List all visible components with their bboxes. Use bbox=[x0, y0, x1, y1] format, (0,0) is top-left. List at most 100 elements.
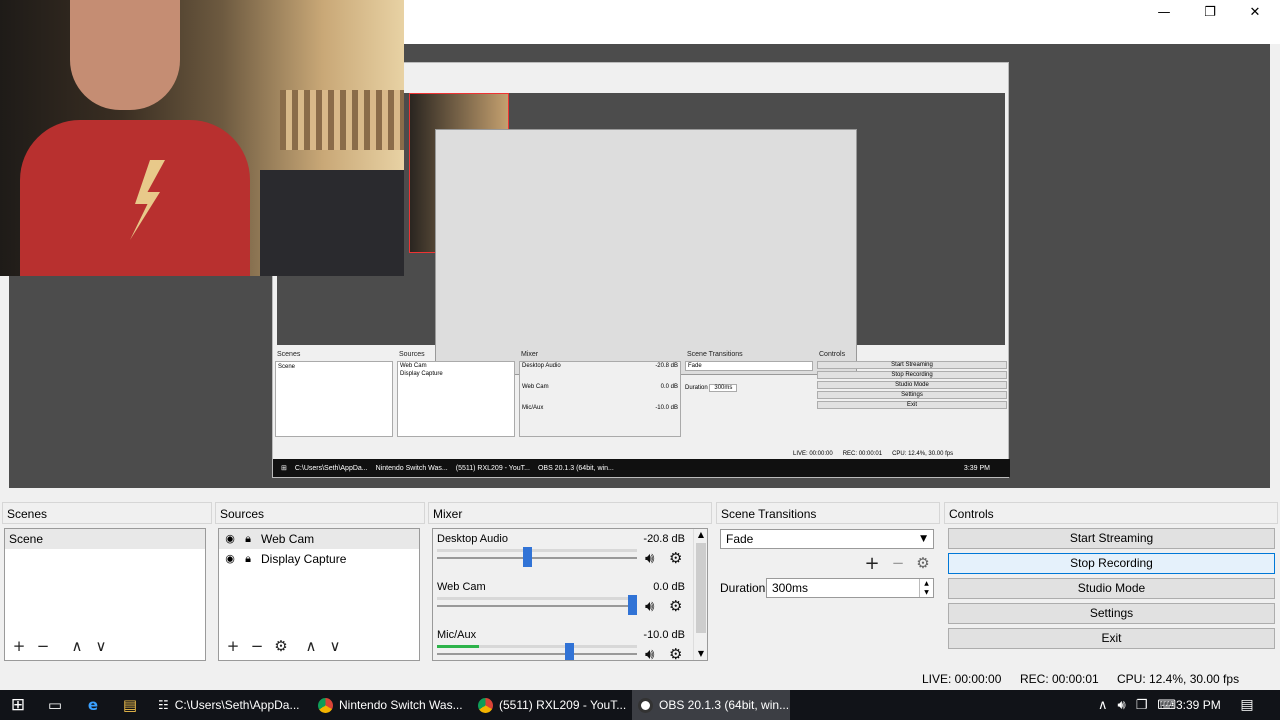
scenes-list[interactable]: Scene + − ∧ ∨ bbox=[4, 528, 206, 661]
speaker-icon[interactable]: 🔊︎ bbox=[645, 597, 654, 615]
move-source-up-button[interactable]: ∧ bbox=[303, 637, 319, 655]
sources-list[interactable]: ◉ 🔒︎ Web Cam ◉ 🔒︎ Display Capture + − ⚙ … bbox=[218, 528, 420, 661]
mixer-scrollbar[interactable]: ▲ ▼ bbox=[693, 529, 707, 660]
scrollbar-thumb[interactable] bbox=[696, 543, 706, 633]
spin-arrows-icon[interactable]: ▲ ▼ bbox=[919, 579, 933, 597]
channel-db: 0.0 dB bbox=[653, 581, 685, 593]
windows-start-icon[interactable]: ⊞ bbox=[0, 690, 36, 720]
move-scene-down-button[interactable]: ∨ bbox=[93, 637, 109, 655]
nested-transitions-title: Scene Transitions bbox=[687, 351, 743, 358]
stop-recording-button[interactable]: Stop Recording bbox=[948, 553, 1275, 574]
nested-task-app: (5511) RXL209 - YouT... bbox=[455, 464, 530, 472]
move-scene-up-button[interactable]: ∧ bbox=[69, 637, 85, 655]
gear-icon[interactable]: ⚙ bbox=[273, 637, 289, 655]
scroll-down-icon[interactable]: ▼ bbox=[694, 648, 707, 660]
volume-icon[interactable]: 🔊︎ bbox=[1118, 698, 1126, 713]
chrome-icon bbox=[478, 697, 493, 713]
studio-mode-button[interactable]: Studio Mode bbox=[948, 578, 1275, 599]
volume-slider[interactable] bbox=[437, 653, 637, 655]
scene-item[interactable]: Scene bbox=[5, 529, 205, 549]
cpu-usage: CPU: 12.4%, 30.00 fps bbox=[1117, 672, 1240, 686]
keyboard-icon[interactable]: ⌨ bbox=[1157, 698, 1176, 713]
channel-db: -20.8 dB bbox=[643, 533, 685, 545]
settings-button[interactable]: Settings bbox=[948, 603, 1275, 624]
nested-live: LIVE: 00:00:00 bbox=[793, 451, 833, 457]
restore-icon[interactable]: ❐ bbox=[1187, 0, 1233, 24]
volume-slider[interactable] bbox=[437, 605, 637, 607]
nested-control-button: Exit bbox=[817, 401, 1007, 409]
nested-status-bar: LIVE: 00:00:00 REC: 00:00:01 CPU: 12.4%,… bbox=[793, 451, 953, 457]
volume-slider-handle[interactable] bbox=[565, 643, 574, 660]
remove-transition-button[interactable]: − bbox=[890, 554, 906, 572]
volume-slider-handle[interactable] bbox=[628, 595, 637, 615]
source-label: Web Cam bbox=[261, 532, 315, 546]
notifications-icon[interactable]: ▤ bbox=[1232, 690, 1262, 720]
speaker-icon[interactable]: 🔊︎ bbox=[645, 549, 654, 567]
speaker-icon[interactable]: 🔊︎ bbox=[645, 645, 654, 660]
nested-mixer-db: -20.8 dB bbox=[655, 363, 678, 369]
nested-scene-item: Scene bbox=[278, 364, 296, 370]
source-item[interactable]: ◉ 🔒︎ Web Cam bbox=[219, 529, 419, 549]
gear-icon[interactable]: ⚙ bbox=[915, 554, 931, 572]
nested-control-button: Stop Recording bbox=[817, 371, 1007, 379]
add-source-button[interactable]: + bbox=[225, 637, 241, 655]
nested-windows-icon: ⊞ bbox=[281, 465, 287, 472]
add-scene-button[interactable]: + bbox=[11, 637, 27, 655]
eye-icon[interactable]: ◉ bbox=[221, 529, 239, 549]
webcam-bed bbox=[260, 170, 404, 276]
scroll-up-icon[interactable]: ▲ bbox=[694, 529, 707, 541]
nested-task-app: C:\Users\Seth\AppDa... bbox=[294, 464, 368, 472]
obs-icon bbox=[638, 697, 653, 713]
task-view-icon[interactable]: ▭ bbox=[38, 690, 72, 720]
webcam-source[interactable] bbox=[0, 0, 404, 276]
lock-icon[interactable]: 🔒︎ bbox=[239, 529, 257, 549]
start-streaming-button[interactable]: Start Streaming bbox=[948, 528, 1275, 549]
taskbar-app[interactable]: ☷ C:\Users\Seth\AppDa... bbox=[152, 690, 306, 720]
channel-name: Web Cam bbox=[437, 581, 486, 593]
edge-icon[interactable]: e bbox=[76, 690, 110, 720]
chrome-icon bbox=[318, 697, 333, 713]
taskbar: ⊞ ▭ e ▤ ☷ C:\Users\Seth\AppDa... Nintend… bbox=[0, 690, 1280, 720]
channel-db: -10.0 dB bbox=[643, 629, 685, 641]
minimize-icon[interactable]: — bbox=[1141, 0, 1187, 24]
taskbar-app[interactable]: (5511) RXL209 - YouT... bbox=[472, 690, 628, 720]
add-transition-button[interactable]: + bbox=[864, 553, 880, 574]
folder-icon[interactable]: ▤ bbox=[114, 690, 146, 720]
exit-button[interactable]: Exit bbox=[948, 628, 1275, 649]
volume-slider[interactable] bbox=[437, 557, 637, 559]
mixer-channel: Desktop Audio -20.8 dB 🔊︎ ⚙ bbox=[437, 533, 689, 581]
channel-name: Mic/Aux bbox=[437, 629, 477, 641]
system-tray: ∧ 🔊︎ ❐ ⌨ bbox=[1098, 690, 1176, 720]
move-source-down-button[interactable]: ∨ bbox=[327, 637, 343, 655]
clock[interactable]: 3:39 PM bbox=[1176, 690, 1221, 720]
gear-icon[interactable]: ⚙ bbox=[669, 645, 682, 660]
chevron-up-icon[interactable]: ∧ bbox=[1098, 698, 1108, 713]
transition-select[interactable]: Fade ▼ bbox=[720, 529, 934, 549]
remove-scene-button[interactable]: − bbox=[35, 637, 51, 655]
duration-spinbox[interactable]: 300ms ▲ ▼ bbox=[766, 578, 934, 598]
mixer-channel: Mic/Aux -10.0 dB 🔊︎ ⚙ bbox=[437, 629, 689, 660]
nested-scenes-title: Scenes bbox=[277, 351, 301, 358]
source-item[interactable]: ◉ 🔒︎ Display Capture bbox=[219, 549, 419, 569]
lock-icon[interactable]: 🔒︎ bbox=[239, 549, 257, 569]
remove-source-button[interactable]: − bbox=[249, 637, 265, 655]
nested-task-app: OBS 20.1.3 (64bit, win... bbox=[537, 464, 614, 472]
close-icon[interactable]: ✕ bbox=[1232, 0, 1278, 24]
nested-sources-title: Sources bbox=[399, 351, 425, 358]
transition-selected: Fade bbox=[726, 532, 754, 546]
nested-docks: Scenes Scene Sources Web Cam Display Cap… bbox=[273, 351, 1010, 451]
nested-transition-select: Fade bbox=[685, 361, 813, 371]
volume-meter bbox=[437, 549, 637, 552]
nested-mixer-title: Mixer bbox=[521, 351, 539, 358]
webcam-shelf bbox=[280, 90, 404, 150]
eye-icon[interactable]: ◉ bbox=[221, 549, 239, 569]
nested-duration-value: 300ms bbox=[709, 384, 738, 392]
volume-slider-handle[interactable] bbox=[523, 547, 532, 567]
gear-icon[interactable]: ⚙ bbox=[669, 597, 682, 615]
taskbar-app[interactable]: OBS 20.1.3 (64bit, win... bbox=[632, 690, 790, 720]
network-icon[interactable]: ❐ bbox=[1136, 698, 1148, 713]
taskbar-app-label: Nintendo Switch Was... bbox=[339, 698, 463, 712]
nested-task-app: Nintendo Switch Was... bbox=[375, 464, 448, 472]
taskbar-app[interactable]: Nintendo Switch Was... bbox=[312, 690, 468, 720]
gear-icon[interactable]: ⚙ bbox=[669, 549, 682, 567]
